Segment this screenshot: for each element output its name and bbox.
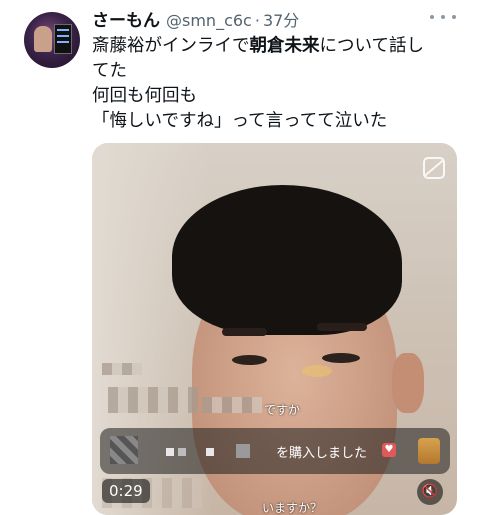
- more-horizontal-icon[interactable]: [430, 12, 456, 22]
- tweet-text-line-2: てた: [92, 61, 127, 81]
- video-player[interactable]: ですか を購入しました ♥ 0:29 🔇 いますか？: [92, 143, 457, 515]
- live-off-icon[interactable]: [423, 157, 445, 179]
- avatar[interactable]: [24, 12, 80, 68]
- tweet-time[interactable]: 37分: [263, 7, 299, 31]
- eye-left: [232, 355, 267, 365]
- user-handle[interactable]: @smn_c6c: [166, 11, 252, 30]
- eyebrow-right: [317, 323, 367, 331]
- purchase-notification: を購入しました ♥: [100, 428, 450, 474]
- eyebrow-left: [222, 328, 267, 336]
- mosaic-comment-2: [108, 387, 198, 413]
- speaker-muted-icon[interactable]: 🔇: [417, 479, 443, 505]
- mention-bold: 朝倉未来: [249, 36, 320, 56]
- gift-icon: [418, 438, 440, 464]
- tweet-text-line-3: 何回も何回も: [92, 86, 197, 106]
- live-comment-1: ですか: [264, 403, 301, 417]
- video-timer: 0:29: [102, 479, 150, 503]
- mosaic-comment-1: [102, 363, 142, 375]
- mosaic-block: [236, 444, 250, 458]
- tweet-text: 斎藤裕がインライで朝倉未来について話し てた 何回も何回も 「悔しいですね」って…: [92, 34, 457, 134]
- mosaic-block: [206, 448, 214, 456]
- purchase-user-avatar: [110, 436, 138, 464]
- person-ear: [392, 353, 424, 413]
- mosaic-block: [166, 448, 174, 456]
- heart-icon: ♥: [382, 443, 396, 457]
- mosaic-block: [178, 448, 186, 456]
- separator-dot: ·: [254, 11, 260, 30]
- display-name[interactable]: さーもん: [92, 6, 160, 31]
- tweet-header: さーもん @smn_c6c · 37分: [92, 6, 456, 31]
- face-shine: [302, 365, 332, 377]
- live-comment-2: いますか？: [262, 501, 323, 515]
- tweet-text-line-4: 「悔しいですね」って言ってて泣いた: [92, 111, 388, 131]
- avatar-panel-graphic: [54, 24, 72, 54]
- tweet-text-line-1: 斎藤裕がインライで朝倉未来について話し: [92, 36, 424, 56]
- eye-right: [322, 353, 360, 363]
- purchase-text: を購入しました: [276, 446, 368, 461]
- avatar-person-figure: [34, 26, 52, 52]
- person-hair: [172, 185, 402, 335]
- mosaic-comment-3: [202, 397, 262, 413]
